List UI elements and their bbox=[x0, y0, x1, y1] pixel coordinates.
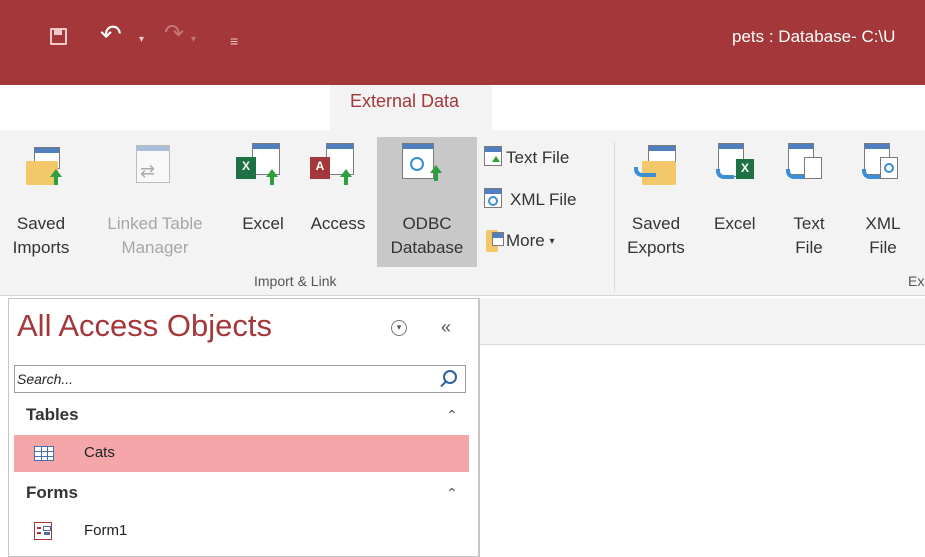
undo-dropdown-icon[interactable]: ▾ bbox=[139, 29, 144, 51]
tab-file[interactable]: File bbox=[45, 91, 74, 112]
nav-item-label: Cats bbox=[84, 444, 115, 461]
linked-table-manager-icon: ⇄ bbox=[132, 145, 172, 187]
odbc-database-label: ODBC Database bbox=[390, 214, 464, 257]
tab-external-data[interactable]: External Data bbox=[350, 91, 459, 112]
collapse-group-icon[interactable]: ⌃ bbox=[446, 485, 458, 502]
import-text-file-label: Text File bbox=[506, 148, 570, 167]
saved-exports-label: Saved Exports bbox=[627, 214, 685, 257]
odbc-database-icon bbox=[398, 143, 448, 189]
nav-item-form1[interactable]: Form1 bbox=[14, 513, 469, 550]
tell-me-search[interactable]: Tell me what you bbox=[700, 89, 854, 110]
search-input[interactable] bbox=[17, 369, 427, 389]
tab-create[interactable]: Create bbox=[240, 91, 294, 112]
nav-item-label: Form1 bbox=[84, 522, 128, 539]
table-icon bbox=[34, 446, 54, 461]
group-header-forms[interactable]: Forms ⌃ bbox=[14, 479, 469, 511]
redo-dropdown-icon[interactable]: ▾ bbox=[191, 29, 196, 51]
nav-item-cats[interactable]: Cats bbox=[14, 435, 469, 472]
tab-database-tools[interactable]: Database Tools bbox=[524, 91, 648, 112]
tab-home[interactable]: Home bbox=[139, 91, 187, 112]
search-icon[interactable] bbox=[443, 370, 457, 384]
more-import-icon bbox=[484, 230, 506, 254]
export-excel-label: Excel bbox=[714, 214, 756, 233]
linked-table-manager-label: Linked Table Manager bbox=[107, 214, 203, 257]
nav-pane-title[interactable]: All Access Objects bbox=[17, 308, 272, 344]
window-title: pets : Database- C:\U bbox=[732, 27, 896, 46]
group-header-tables[interactable]: Tables ⌃ bbox=[14, 401, 469, 433]
save-icon[interactable] bbox=[50, 28, 67, 45]
import-xml-file-label: XML File bbox=[510, 190, 577, 209]
undo-icon[interactable]: ↶ bbox=[100, 21, 122, 47]
import-link-group-label: Import & Link bbox=[254, 273, 337, 289]
access-import-icon: A bbox=[310, 143, 360, 189]
excel-import-icon: X bbox=[236, 143, 286, 189]
import-excel-label: Excel bbox=[242, 214, 284, 233]
group-label-forms: Forms bbox=[26, 483, 78, 502]
import-access-label: Access bbox=[310, 214, 366, 233]
chevron-down-icon: ▾ bbox=[549, 236, 555, 247]
document-tab-strip bbox=[480, 298, 925, 345]
excel-export-icon: X bbox=[716, 143, 762, 189]
export-group-label: Ex bbox=[908, 273, 925, 289]
group-separator bbox=[614, 142, 615, 292]
form-icon bbox=[34, 522, 52, 540]
text-file-export-icon bbox=[786, 143, 832, 189]
xml-file-export-icon bbox=[862, 143, 908, 189]
customize-qat-icon[interactable]: ≡ bbox=[230, 30, 238, 52]
import-more-label: More ▾ bbox=[506, 231, 555, 250]
saved-imports-label: Saved Imports bbox=[12, 214, 70, 257]
export-text-file-label: Text File bbox=[793, 214, 825, 257]
group-label-tables: Tables bbox=[26, 405, 79, 424]
collapse-group-icon[interactable]: ⌃ bbox=[446, 407, 458, 424]
saved-exports-icon bbox=[634, 145, 680, 191]
xml-file-import-icon bbox=[484, 188, 506, 210]
tell-me-label: Tell me what you bbox=[720, 89, 855, 109]
nav-menu-dropdown-icon[interactable]: ▾ bbox=[391, 320, 407, 336]
saved-imports-icon bbox=[26, 147, 66, 187]
text-file-import-icon bbox=[484, 146, 506, 168]
search-box[interactable] bbox=[14, 365, 466, 393]
export-xml-file-label: XML File bbox=[865, 214, 901, 257]
shutter-bar-collapse-icon[interactable]: « bbox=[441, 317, 451, 338]
lightbulb-icon bbox=[700, 91, 712, 107]
redo-icon[interactable]: ↷ bbox=[164, 22, 184, 46]
